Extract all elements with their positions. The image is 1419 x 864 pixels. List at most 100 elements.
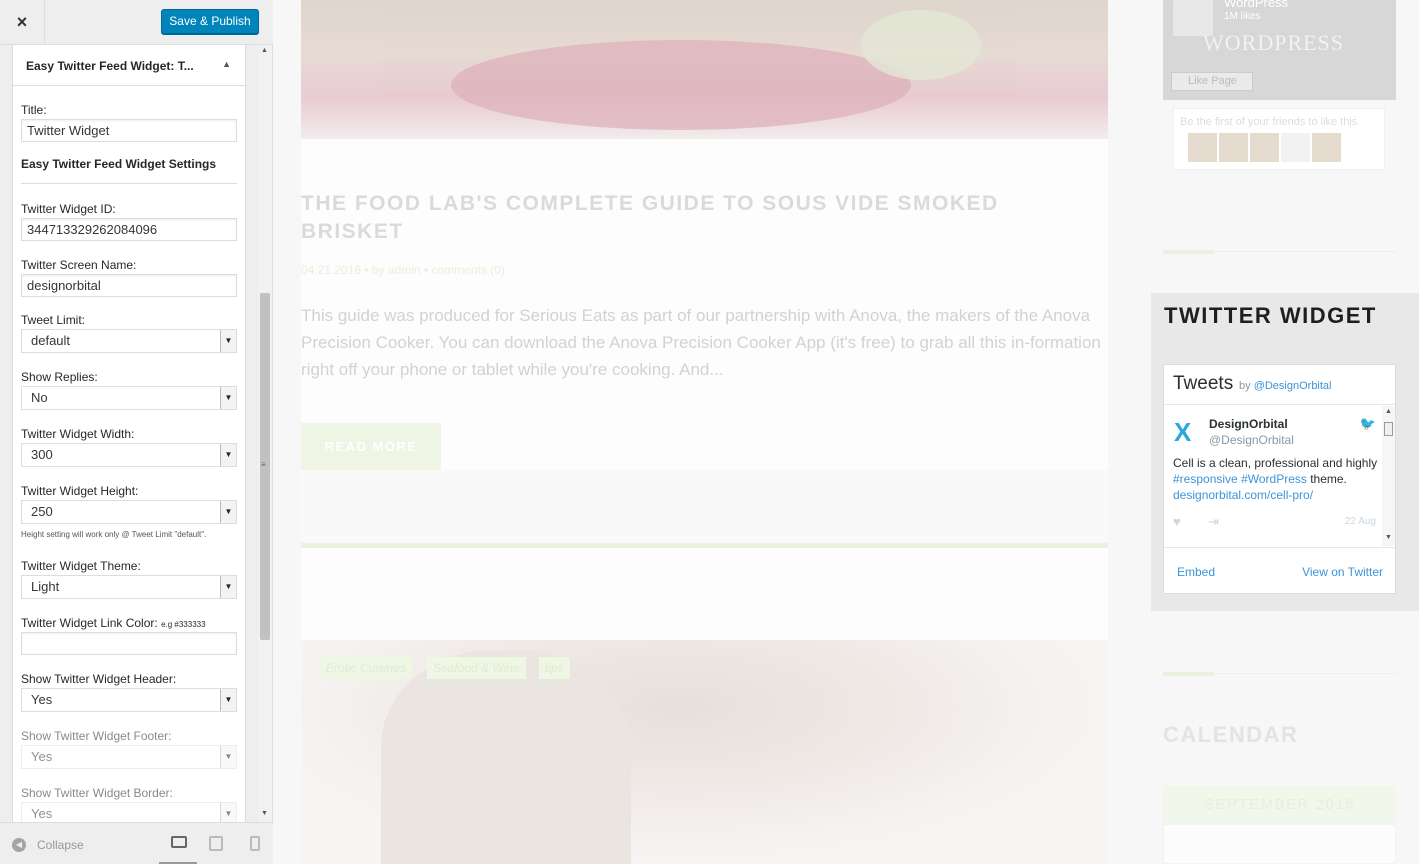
widget-form: Title: Twitter Widget Easy Twitter Feed … xyxy=(12,86,246,822)
tweet-author-handle[interactable]: @DesignOrbital xyxy=(1209,433,1294,447)
food-image-detail xyxy=(861,10,981,80)
sidebar-divider xyxy=(1214,251,1396,252)
save-publish-button[interactable]: Save & Publish xyxy=(161,9,259,34)
fb-like-count: 1M likes xyxy=(1224,11,1261,22)
height-note: Height setting will work only @ Tweet Li… xyxy=(21,530,207,539)
customizer-header: × Save & Publish xyxy=(0,0,273,45)
post-separator xyxy=(301,470,1108,543)
show-header-select[interactable]: Yes ▼ xyxy=(21,688,237,712)
show-border-select[interactable]: Yes ▼ xyxy=(21,802,237,822)
screen-name-label: Twitter Screen Name: xyxy=(21,258,137,272)
widget-header[interactable]: Easy Twitter Feed Widget: T... ▲ xyxy=(12,45,246,86)
screen-name-input[interactable]: designorbital xyxy=(21,274,237,297)
title-label: Title: xyxy=(21,103,47,117)
post-tag[interactable]: Seafood & Wine xyxy=(427,657,526,679)
widget-toggle-icon[interactable]: ▲ xyxy=(222,59,231,69)
calendar-title: CALENDAR xyxy=(1163,722,1299,747)
scroll-up-icon[interactable]: ▲ xyxy=(1385,408,1392,415)
customizer-footer: ◀ Collapse xyxy=(0,822,273,864)
calendar-month: SEPTEMBER 2016 xyxy=(1163,786,1396,824)
settings-heading: Easy Twitter Feed Widget Settings xyxy=(21,157,217,171)
tweet-text-mid: theme. xyxy=(1306,472,1347,486)
mobile-preview-icon[interactable] xyxy=(250,836,260,851)
share-icon[interactable]: ⇥ xyxy=(1208,514,1219,530)
tweet-limit-select[interactable]: default ▼ xyxy=(21,329,237,353)
link-color-label: Twitter Widget Link Color: e.g #333333 xyxy=(21,616,206,630)
height-label: Twitter Widget Height: xyxy=(21,484,139,498)
customizer-controls[interactable]: Easy Twitter Feed Widget: T... ▲ Title: … xyxy=(12,45,246,822)
tweet-date[interactable]: 22 Aug xyxy=(1345,516,1376,527)
fb-like-button[interactable]: Like Page xyxy=(1171,72,1253,91)
friend-avatar[interactable] xyxy=(1312,133,1341,162)
show-footer-value: Yes xyxy=(31,749,53,764)
chevron-down-icon: ▼ xyxy=(220,576,236,598)
chevron-down-icon: ▼ xyxy=(220,444,236,466)
scrollbar-thumb[interactable] xyxy=(1384,422,1393,436)
post-title[interactable]: THE FOOD LAB'S COMPLETE GUIDE TO SOUS VI… xyxy=(301,190,1061,246)
view-on-twitter-link[interactable]: View on Twitter xyxy=(1302,565,1383,579)
link-color-label-text: Twitter Widget Link Color: xyxy=(21,616,158,630)
chevron-down-icon: ▼ xyxy=(220,746,236,768)
tweets-heading: Tweets xyxy=(1173,373,1234,394)
sidebar-accent-line xyxy=(1163,672,1214,676)
food-image-detail xyxy=(451,40,911,130)
desktop-preview-icon[interactable] xyxy=(171,836,187,848)
widget-title: Easy Twitter Feed Widget: T... xyxy=(26,59,194,73)
hashtag-link[interactable]: #responsive xyxy=(1173,472,1238,486)
handle-link[interactable]: @DesignOrbital xyxy=(1254,380,1332,392)
width-value: 300 xyxy=(31,447,53,462)
tweet[interactable]: X DesignOrbital @DesignOrbital 🐦 Cell is… xyxy=(1164,406,1382,546)
tablet-preview-icon[interactable] xyxy=(209,836,223,851)
designorbital-logo-icon[interactable]: X xyxy=(1174,418,1202,446)
link-color-hint: e.g #333333 xyxy=(161,620,206,629)
scroll-grip-icon: ≡ xyxy=(261,460,266,469)
width-select[interactable]: 300 ▼ xyxy=(21,443,237,467)
like-heart-icon[interactable]: ♥ xyxy=(1173,514,1181,529)
wordpress-wordmark: WORDPRESS xyxy=(1203,30,1345,55)
fb-page-name[interactable]: WordPress xyxy=(1224,0,1288,10)
twitter-bird-icon[interactable]: 🐦 xyxy=(1360,416,1376,432)
show-header-label: Show Twitter Widget Header: xyxy=(21,672,177,686)
sidebar-accent-line xyxy=(1163,250,1214,254)
show-footer-select[interactable]: Yes ▼ xyxy=(21,745,237,769)
title-input[interactable]: Twitter Widget xyxy=(21,119,237,142)
collapse-icon[interactable]: ◀ xyxy=(12,838,26,852)
twitter-embed-footer: Embed View on Twitter xyxy=(1164,547,1395,593)
twitter-embed-header: Tweets by @DesignOrbital xyxy=(1164,365,1395,405)
tweet-author-name[interactable]: DesignOrbital xyxy=(1209,417,1288,431)
tweets-by: by @DesignOrbital xyxy=(1239,380,1332,392)
site-preview: THE FOOD LAB'S COMPLETE GUIDE TO SOUS VI… xyxy=(273,0,1419,864)
embed-link[interactable]: Embed xyxy=(1177,565,1215,579)
friend-avatar[interactable] xyxy=(1188,133,1217,162)
hashtag-link[interactable]: #WordPress xyxy=(1241,472,1307,486)
photo-detail xyxy=(381,650,631,864)
height-value: 250 xyxy=(31,504,53,519)
widget-id-input[interactable]: 344713329262084096 xyxy=(21,218,237,241)
friend-avatar[interactable] xyxy=(1281,133,1310,162)
tweet-limit-value: default xyxy=(31,333,71,348)
scroll-down-icon[interactable]: ▼ xyxy=(261,810,268,817)
twitter-widget-title: TWITTER WIDGET xyxy=(1164,303,1377,328)
calendar-grid xyxy=(1163,824,1396,864)
post-tag[interactable]: Erotic Cuisines xyxy=(320,657,413,679)
tweet-scrollbar[interactable]: ▲ ▼ xyxy=(1382,406,1395,546)
facebook-page-box[interactable]: WordPress 1M likes WORDPRESS Like Page xyxy=(1163,0,1396,100)
post-tag[interactable]: tips xyxy=(539,657,570,679)
read-more-button[interactable]: READ MORE xyxy=(301,423,441,470)
customizer-scrollbar[interactable]: ▲ ≡ ▼ xyxy=(258,45,272,822)
tweet-url-link[interactable]: designorbital.com/cell-pro/ xyxy=(1173,488,1313,502)
post-featured-image[interactable] xyxy=(301,0,1108,139)
show-replies-select[interactable]: No ▼ xyxy=(21,386,237,410)
post-featured-image[interactable] xyxy=(301,640,1108,864)
theme-label: Twitter Widget Theme: xyxy=(21,559,141,573)
link-color-input[interactable] xyxy=(21,632,237,655)
scroll-down-icon[interactable]: ▼ xyxy=(1385,534,1392,541)
collapse-button[interactable]: Collapse xyxy=(37,838,84,852)
theme-select[interactable]: Light ▼ xyxy=(21,575,237,599)
tweet-text-start: Cell is a clean, professional and highly xyxy=(1173,456,1378,470)
friend-avatar[interactable] xyxy=(1219,133,1248,162)
scroll-up-icon[interactable]: ▲ xyxy=(261,47,268,54)
close-icon[interactable]: × xyxy=(0,0,45,45)
height-select[interactable]: 250 ▼ xyxy=(21,500,237,524)
friend-avatar[interactable] xyxy=(1250,133,1279,162)
